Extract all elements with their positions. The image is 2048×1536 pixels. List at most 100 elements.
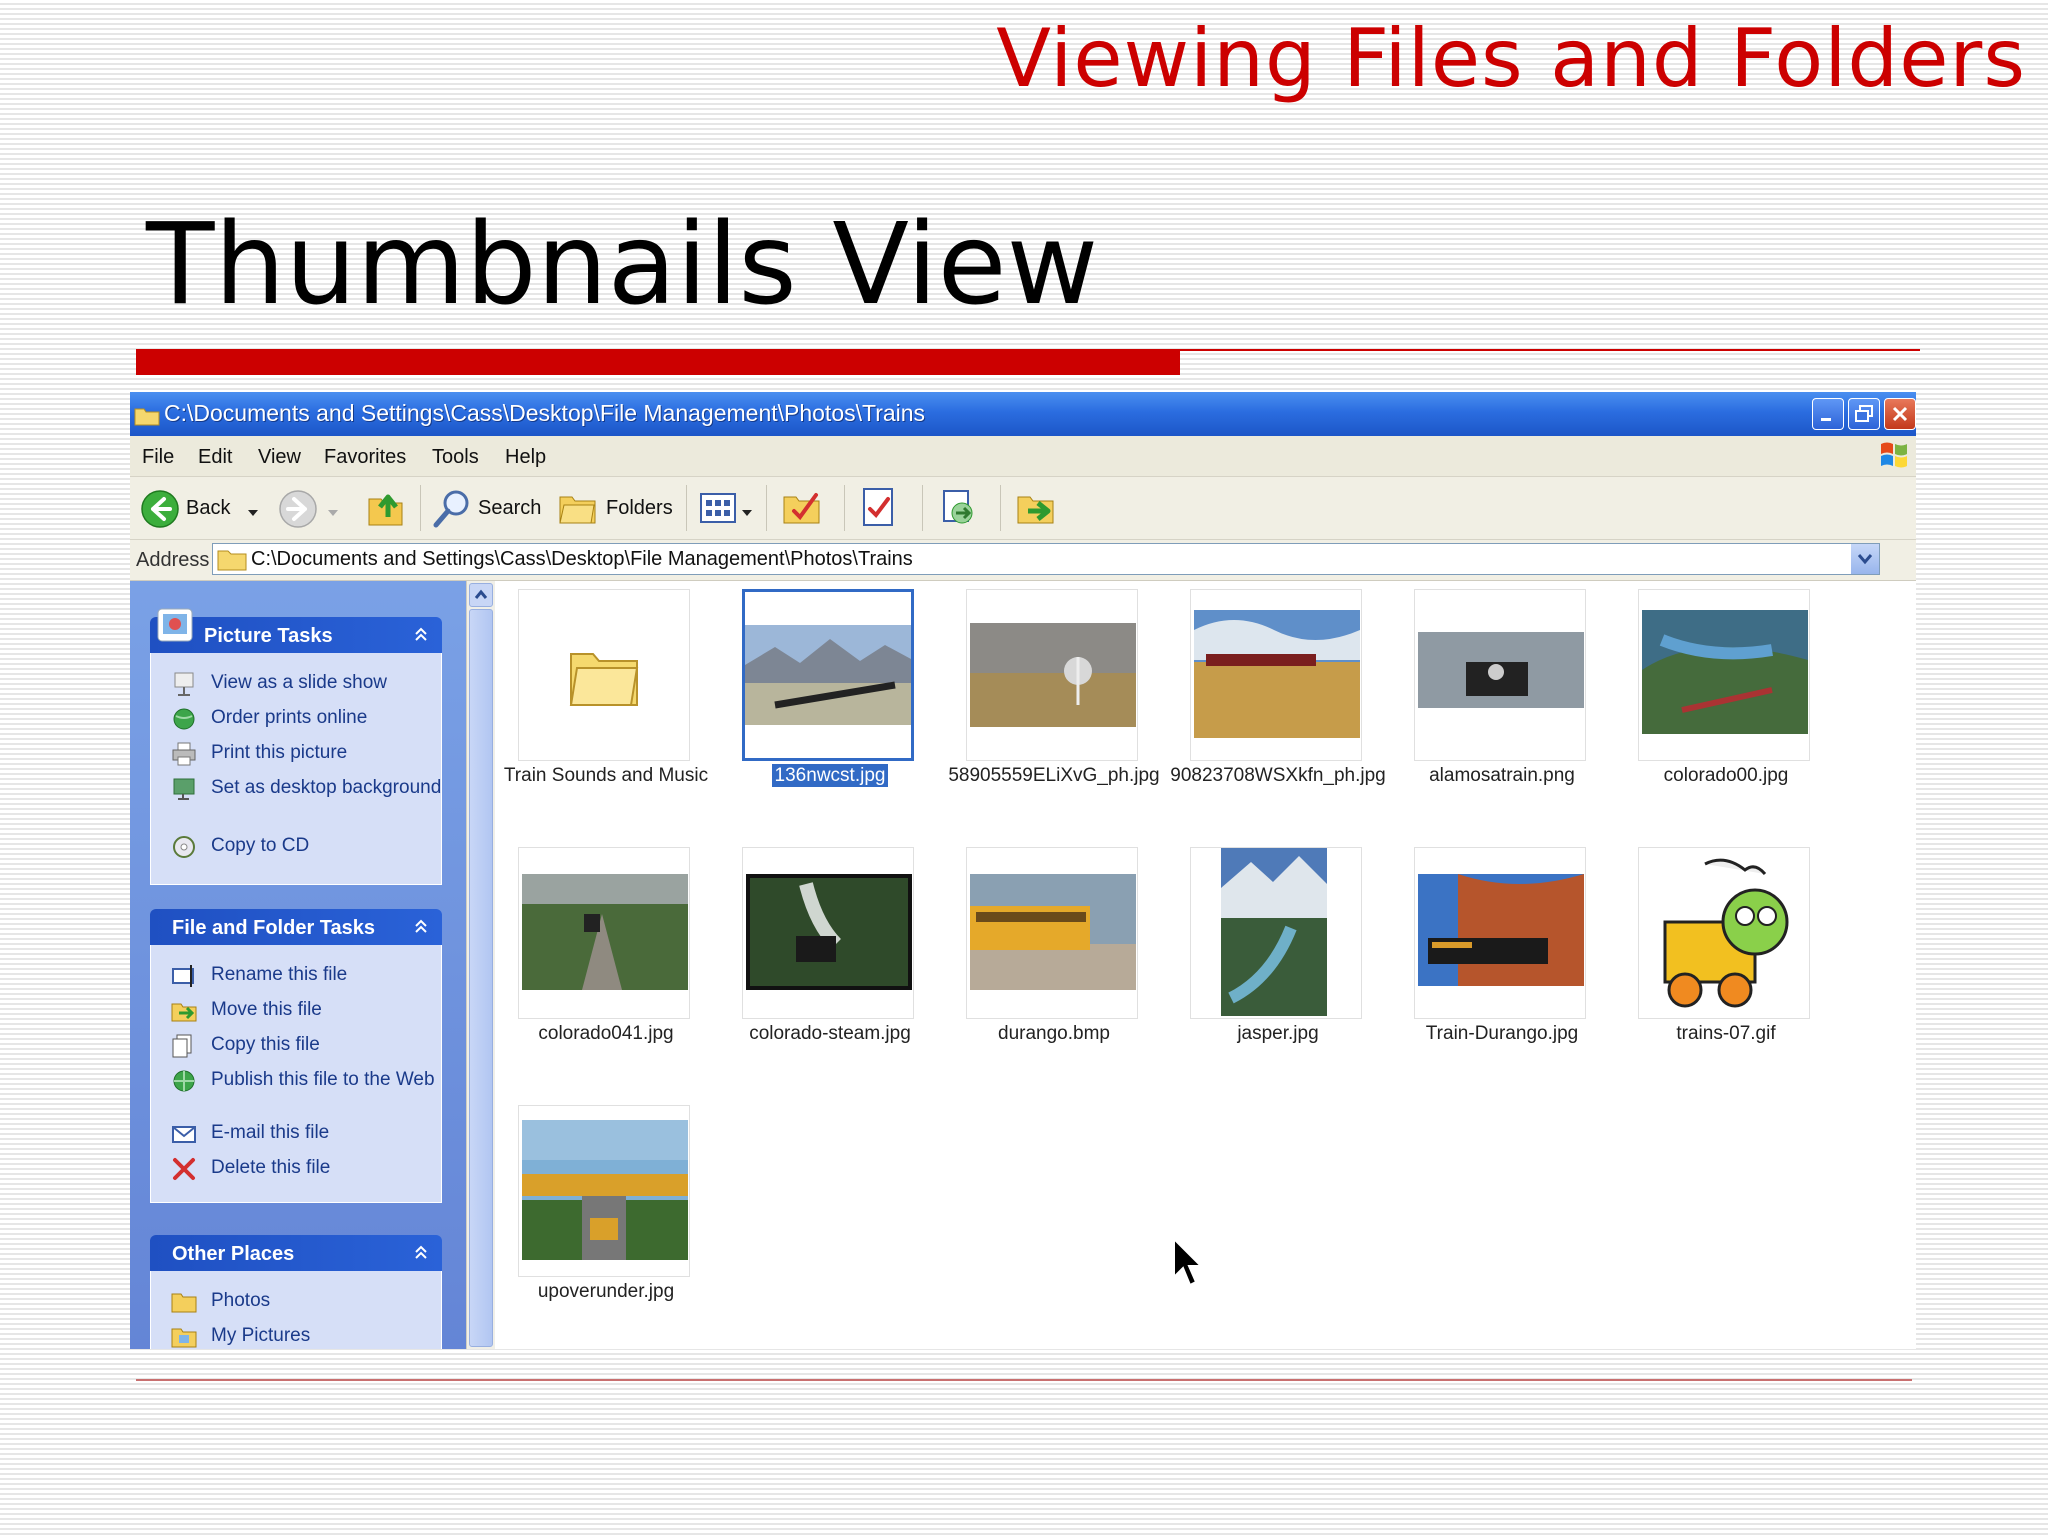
thumbnail-frame-selected [742, 589, 914, 761]
forward-arrow-icon [278, 489, 318, 534]
slide-title: Thumbnails View [146, 200, 1099, 330]
file-item-folder[interactable]: Train Sounds and Music [498, 581, 714, 811]
train-photo-thumbnail [746, 874, 912, 990]
place-label: Photos [211, 1290, 271, 1311]
copy-to-icon [938, 487, 980, 534]
file-item-image[interactable]: Train-Durango.jpg [1394, 839, 1610, 1069]
thumbnail-frame [966, 847, 1138, 1019]
window-titlebar[interactable]: C:\Documents and Settings\Cass\Desktop\F… [130, 392, 1916, 436]
train-photo-thumbnail [1194, 610, 1360, 738]
address-dropdown-button[interactable] [1851, 544, 1879, 574]
menu-favorites[interactable]: Favorites [324, 446, 406, 469]
mouse-cursor-icon [1173, 1237, 1204, 1287]
file-item-image[interactable]: 90823708WSXkfn_ph.jpg [1170, 581, 1386, 811]
title-underline-thick [136, 349, 1180, 375]
file-item-image[interactable]: 58905559ELiXvG_ph.jpg [946, 581, 1162, 811]
train-photo-thumbnail [1418, 632, 1584, 708]
train-photo-thumbnail [1418, 874, 1584, 986]
task-label: Move this file [211, 999, 322, 1020]
properties-button[interactable] [852, 477, 912, 539]
task-pane-scrollbar[interactable] [466, 581, 495, 1349]
file-item-image[interactable]: durango.bmp [946, 839, 1162, 1069]
desktop-background-icon [171, 776, 199, 808]
toolbar-separator [420, 485, 421, 531]
thumbnail-frame [518, 1105, 690, 1277]
task-label: Publish this file to the Web [211, 1069, 435, 1090]
thumbnail-frame [1190, 847, 1362, 1019]
scrollbar-thumb[interactable] [469, 609, 493, 1347]
checklist-icon [860, 487, 898, 534]
folder-icon [134, 406, 160, 431]
folders-button[interactable]: Folders [556, 477, 676, 539]
move-to-icon [1016, 487, 1058, 534]
globe-icon [171, 706, 199, 738]
up-folder-button[interactable] [362, 477, 408, 539]
folder-options-button[interactable] [774, 477, 834, 539]
collapse-chevron-icon[interactable] [412, 918, 430, 941]
collapse-chevron-icon[interactable] [412, 1244, 430, 1267]
address-field[interactable]: C:\Documents and Settings\Cass\Desktop\F… [212, 543, 1880, 575]
toolbar-separator [766, 485, 767, 531]
thumbnail-frame [1414, 847, 1586, 1019]
thumbnail-frame [966, 589, 1138, 761]
menu-tools[interactable]: Tools [432, 446, 479, 469]
back-dropdown-icon[interactable] [248, 505, 258, 523]
collapse-chevron-icon[interactable] [412, 626, 430, 649]
back-label: Back [186, 497, 231, 519]
search-button[interactable]: Search [428, 477, 546, 539]
views-icon [700, 491, 740, 530]
picture-tasks-header[interactable]: Picture Tasks [150, 608, 442, 653]
file-item-image[interactable]: trains-07.gif [1618, 839, 1834, 1069]
search-label: Search [478, 497, 542, 519]
task-label: Order prints online [211, 707, 368, 728]
menu-help[interactable]: Help [505, 446, 546, 469]
forward-dropdown-icon [328, 505, 338, 523]
printer-icon [171, 741, 199, 773]
cartoon-train-thumbnail [1645, 852, 1805, 1012]
thumbnail-frame [1190, 589, 1362, 761]
task-label: Copy this file [211, 1034, 320, 1055]
file-item-image[interactable]: alamosatrain.png [1394, 581, 1610, 811]
menu-view[interactable]: View [258, 446, 301, 469]
file-folder-tasks-header[interactable]: File and Folder Tasks [150, 909, 442, 945]
place-label: My Pictures [211, 1325, 311, 1346]
menu-bar: File Edit View Favorites Tools Help [130, 436, 1916, 477]
other-places-header[interactable]: Other Places [150, 1235, 442, 1271]
file-item-image[interactable]: jasper.jpg [1170, 839, 1386, 1069]
forward-button[interactable] [276, 477, 346, 539]
scroll-up-button[interactable] [469, 583, 493, 607]
file-name: alamosatrain.png [1429, 765, 1575, 786]
task-label: Set as desktop background [211, 777, 442, 798]
back-arrow-icon [140, 489, 180, 534]
address-bar: Address C:\Documents and Settings\Cass\D… [130, 540, 1916, 581]
search-icon [430, 487, 474, 536]
thumbnail-frame [518, 847, 690, 1019]
task-label: E-mail this file [211, 1122, 330, 1143]
thumbnail-frame [1414, 589, 1586, 761]
slideshow-icon [171, 671, 199, 703]
file-item-image[interactable]: 136nwcst.jpg [722, 581, 938, 811]
menu-edit[interactable]: Edit [198, 446, 232, 469]
file-name: colorado041.jpg [538, 1023, 674, 1044]
file-item-image[interactable]: colorado041.jpg [498, 839, 714, 1069]
file-name: colorado00.jpg [1663, 765, 1789, 786]
move-file-icon [171, 998, 199, 1030]
copy-to-button[interactable] [930, 477, 990, 539]
file-item-image[interactable]: upoverunder.jpg [498, 1097, 714, 1327]
file-item-image[interactable]: colorado-steam.jpg [722, 839, 938, 1069]
file-name: Train Sounds and Music [503, 765, 709, 786]
folder-icon [569, 653, 639, 706]
back-button[interactable]: Back [138, 477, 262, 539]
close-button[interactable] [1884, 398, 1916, 430]
move-to-button[interactable] [1008, 477, 1068, 539]
file-thumbnails-view: Train Sounds and Music 136nwcst.jpg 5890… [496, 581, 1916, 1349]
restore-button[interactable] [1848, 398, 1880, 430]
menu-file[interactable]: File [142, 446, 174, 469]
file-item-image[interactable]: colorado00.jpg [1618, 581, 1834, 811]
train-photo-thumbnail [1221, 848, 1327, 1016]
file-folder-tasks-body: Rename this file Move this file Copy thi… [150, 945, 442, 1203]
train-photo-thumbnail [522, 1120, 688, 1260]
views-button[interactable] [696, 477, 756, 539]
minimize-button[interactable] [1812, 398, 1844, 430]
file-name: jasper.jpg [1237, 1023, 1319, 1044]
